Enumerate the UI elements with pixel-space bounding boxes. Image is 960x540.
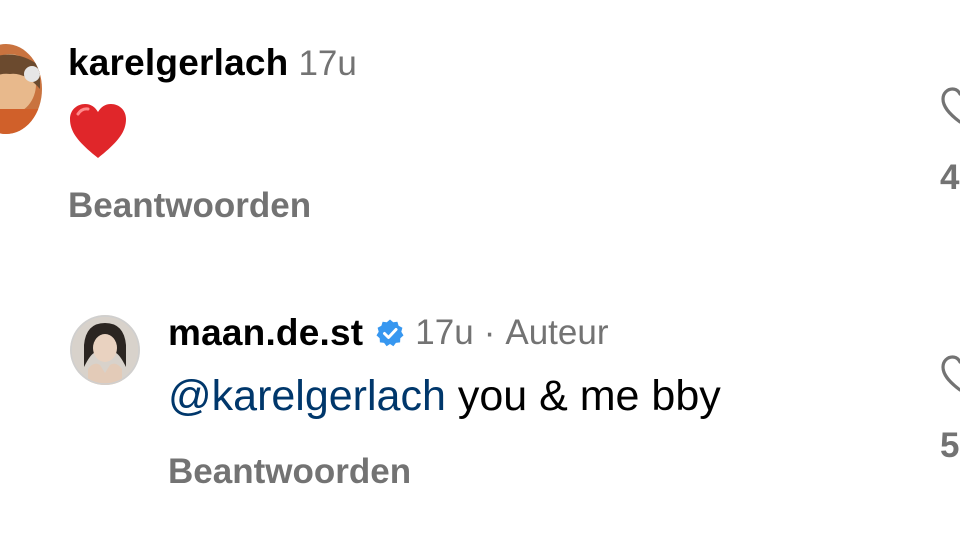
username[interactable]: maan.de.st bbox=[168, 312, 363, 354]
avatar[interactable] bbox=[70, 315, 140, 385]
comment-body bbox=[68, 102, 128, 160]
author-label: Auteur bbox=[505, 313, 609, 352]
comment-header: maan.de.st 17u · Auteur bbox=[168, 312, 608, 354]
comment-text: you & me bby bbox=[445, 372, 721, 420]
reply-button[interactable]: Beantwoorden bbox=[68, 186, 311, 226]
heart-outline-icon[interactable] bbox=[940, 354, 960, 394]
red-heart-emoji-icon bbox=[68, 102, 128, 160]
timestamp: 17u bbox=[415, 313, 474, 352]
separator-dot: · bbox=[483, 313, 496, 352]
reply-button[interactable]: Beantwoorden bbox=[168, 452, 411, 492]
username[interactable]: karelgerlach bbox=[68, 42, 288, 84]
comment-header: karelgerlach 17u bbox=[68, 42, 357, 84]
timestamp: 17u bbox=[298, 44, 357, 83]
like-count: 4 bbox=[940, 158, 960, 197]
verified-badge-icon bbox=[375, 318, 405, 348]
comments-view: karelgerlach 17u Beantwoorden 4 maan.de.… bbox=[0, 0, 960, 540]
heart-outline-icon[interactable] bbox=[940, 86, 960, 126]
comment-body: @karelgerlach you & me bby bbox=[168, 372, 721, 421]
mention-link[interactable]: @karelgerlach bbox=[168, 372, 446, 420]
avatar[interactable] bbox=[0, 44, 42, 134]
like-count: 5 bbox=[940, 426, 960, 465]
